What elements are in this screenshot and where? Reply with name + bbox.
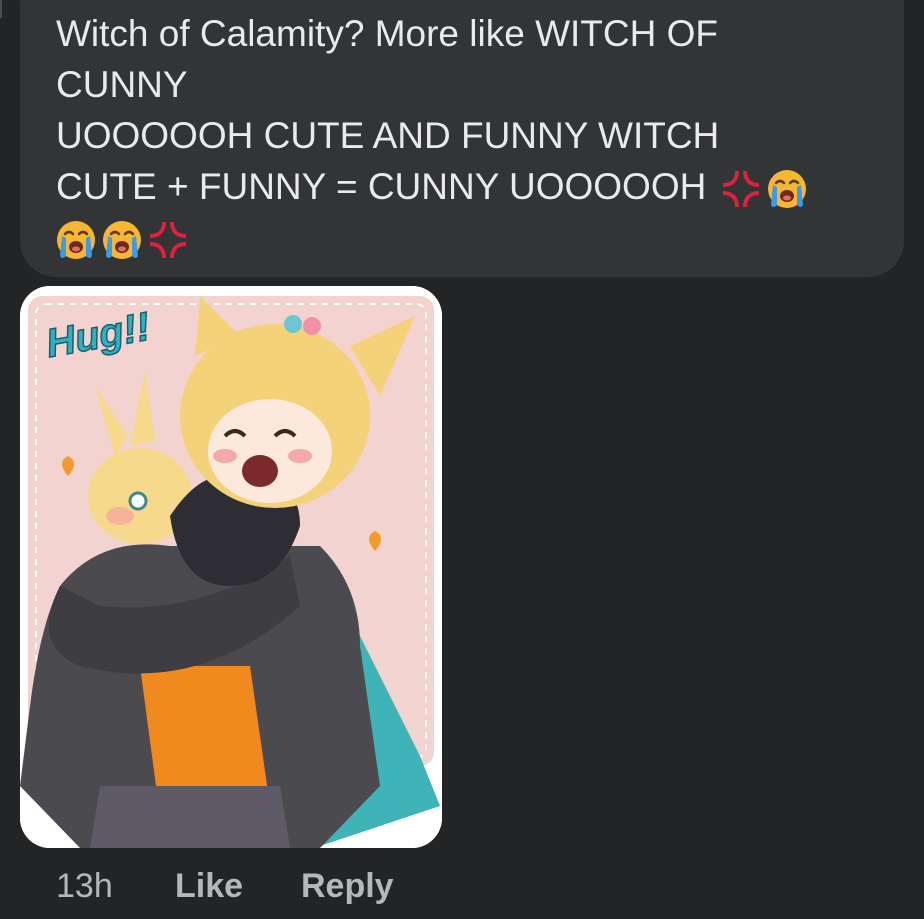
comment-text-line-4: CUTE + FUNNY = CUNNY UOOOOOH — [56, 167, 809, 211]
anger-symbol-icon — [146, 218, 190, 262]
comment-image[interactable]: Hug!! — [20, 286, 442, 848]
loudly-crying-face-icon — [765, 167, 809, 211]
like-button[interactable]: Like — [175, 866, 243, 906]
anime-witch-hugging-plush-illustration: Hug!! — [20, 286, 442, 848]
anger-symbol-icon — [719, 167, 763, 211]
reply-button[interactable]: Reply — [301, 866, 394, 906]
comment-text-line-3: UOOOOOH CUTE AND FUNNY WITCH — [56, 115, 720, 156]
comment-emoji-line — [54, 218, 190, 262]
thread-line — [0, 0, 2, 18]
comment-thread: Witch of Calamity? More like WITCH OF CU… — [0, 0, 924, 919]
comment-timestamp: 13h — [56, 867, 113, 905]
comment-text-line-1: Witch of Calamity? More like WITCH OF — [56, 13, 718, 54]
loudly-crying-face-icon — [100, 218, 144, 262]
comment-text-line-4-text: CUTE + FUNNY = CUNNY UOOOOOH — [56, 166, 707, 207]
comment-text-line-2: CUNNY — [56, 64, 188, 105]
loudly-crying-face-icon — [54, 218, 98, 262]
